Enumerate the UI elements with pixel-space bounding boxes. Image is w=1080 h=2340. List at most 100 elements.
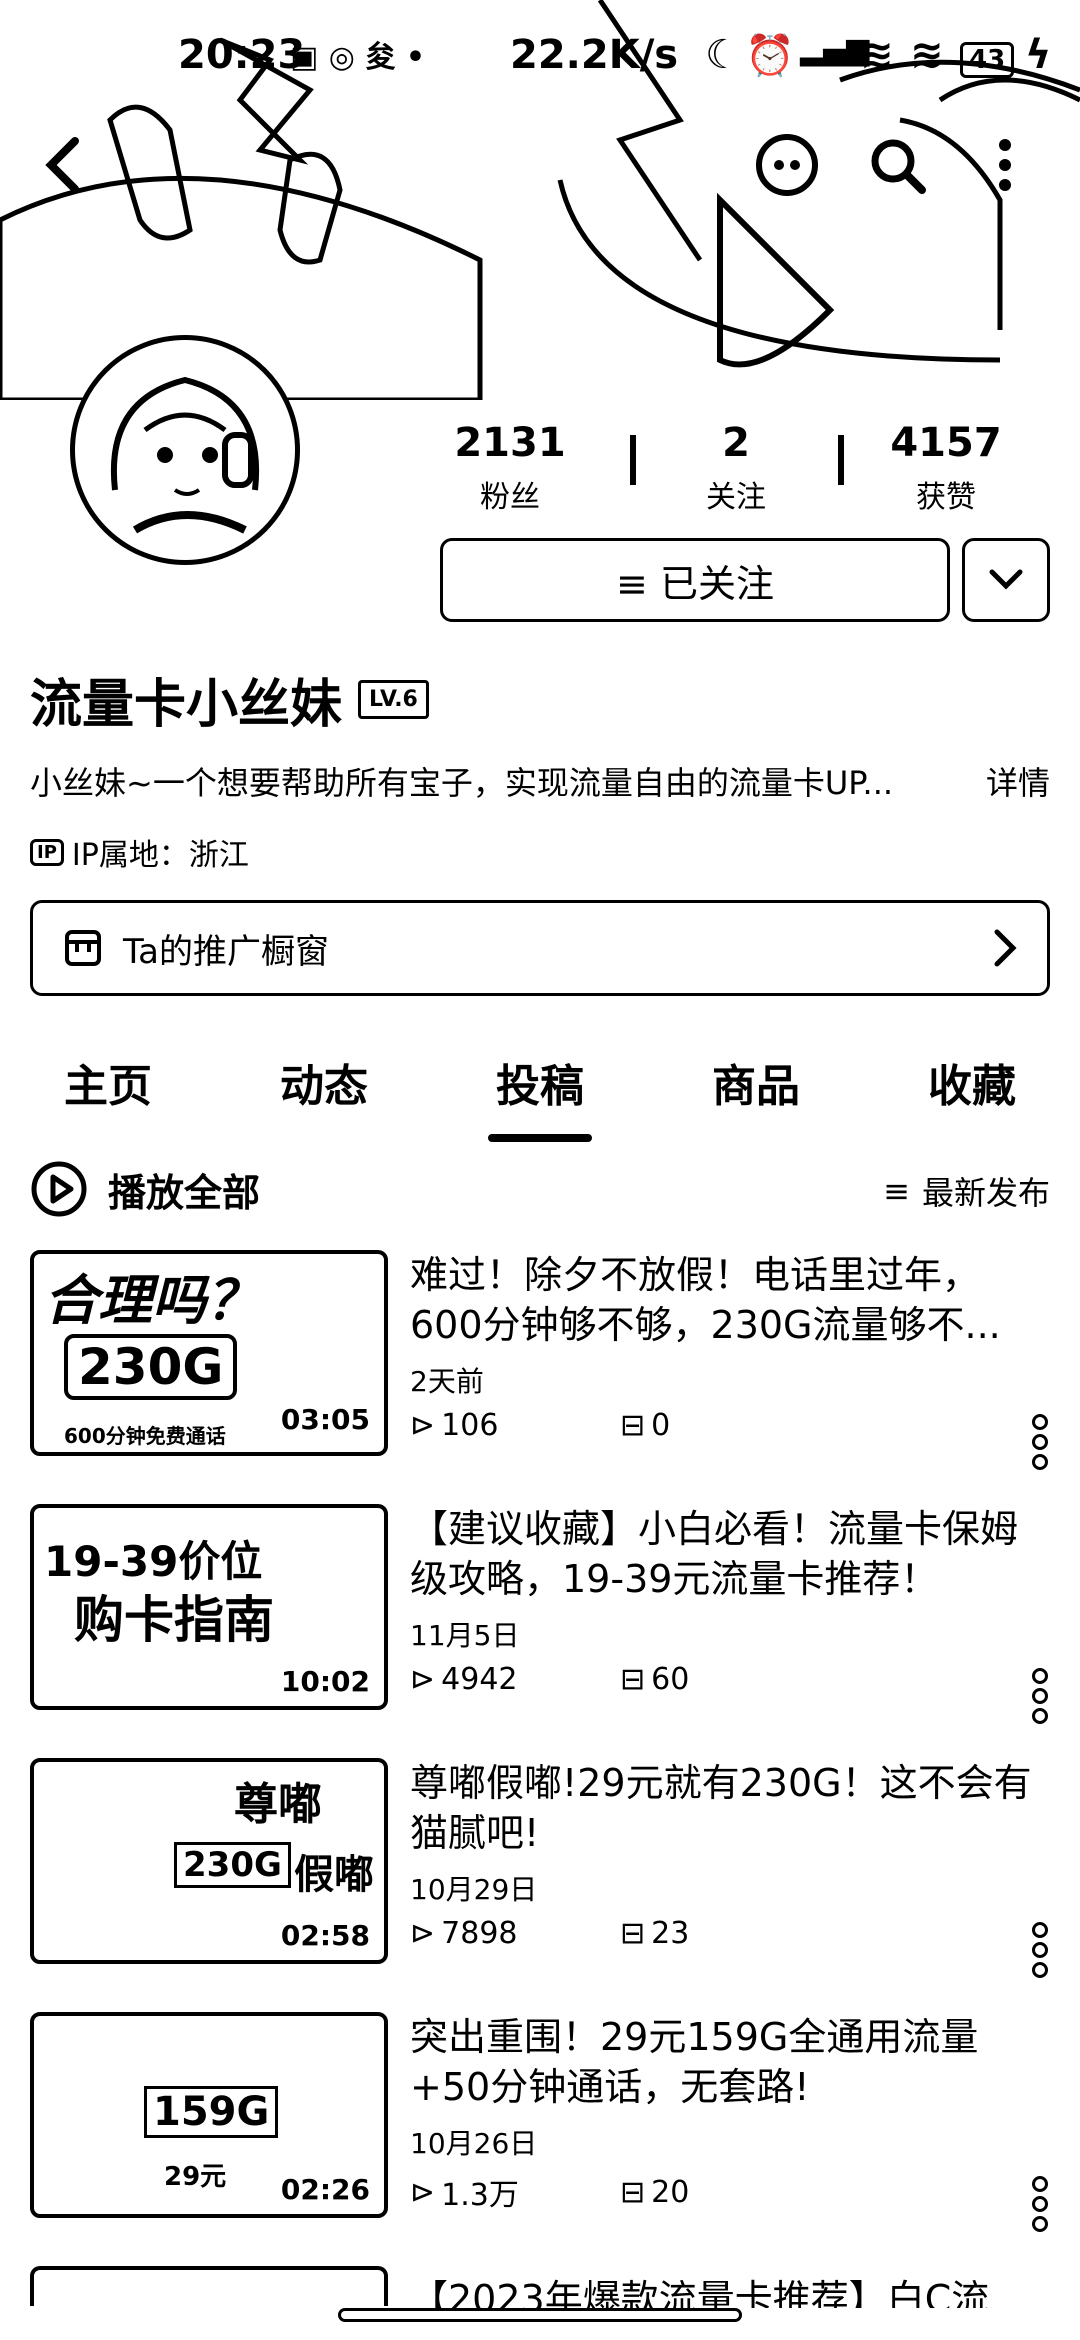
avatar[interactable] (70, 335, 300, 565)
tab-uploads[interactable]: 投稿 (460, 1050, 620, 1114)
network-speed: 22.2K/s (510, 32, 679, 78)
video-more-button[interactable] (1030, 1664, 1050, 1728)
ip-location: IP IP属地：浙江 (30, 830, 249, 874)
play-circle-icon (31, 1161, 87, 1217)
view-count: 4942 (441, 1662, 518, 1697)
avatar-image (110, 376, 260, 534)
thumb-text: 29元 (164, 2162, 227, 2192)
sort-label: 最新发布 (921, 1174, 1050, 1212)
view-count: 7898 (441, 1916, 518, 1951)
level-badge: LV.6 (358, 680, 429, 719)
home-indicator[interactable] (338, 2308, 742, 2322)
video-item[interactable]: 合理吗？ 230G 600分钟免费通话 03:05 难过！除夕不放假！电话里过年… (30, 1250, 1050, 1470)
comment-icon: ⊟ (620, 1916, 646, 1951)
video-more-button[interactable] (1030, 1410, 1050, 1474)
play-count-icon: ⊳ (410, 1662, 436, 1697)
tab-products[interactable]: 商品 (676, 1050, 836, 1114)
followers-stat[interactable]: 2131 粉丝 (430, 420, 590, 516)
following-count: 2 (722, 420, 750, 466)
play-all-button[interactable]: 播放全部 (30, 1160, 260, 1218)
video-stats: ⊳ 106 ⊟ 0 (410, 1408, 830, 1443)
notification-icons: ▣ ◎ 夋 • (290, 40, 426, 75)
tab-dynamics[interactable]: 动态 (244, 1050, 404, 1114)
shop-icon (65, 930, 101, 966)
video-title-partial: 【2023年爆款流量卡推荐】白C流 (410, 2277, 990, 2308)
likes-count: 4157 (890, 420, 1002, 466)
signal-icon: ▂▄▆ (800, 32, 870, 67)
comment-count: 60 (651, 1662, 690, 1697)
ip-icon: IP (30, 838, 64, 866)
comment-count: 0 (651, 1408, 671, 1443)
status-bar: 20:23 ▣ ◎ 夋 • 22.2K/s ☾ ⏰ ▂▄▆ ≋ ≋ 43 ϟ (0, 32, 1080, 92)
likes-label: 获赞 (916, 480, 976, 515)
profile-name: 流量卡小丝妹 (30, 675, 343, 735)
hotspot-icon: ≋ (910, 32, 944, 78)
comment-icon: ⊟ (620, 2174, 646, 2210)
video-item[interactable]: 159G 29元 02:26 突出重围！29元159G全通用流量+50分钟通话，… (30, 2012, 1050, 2232)
video-thumbnail-partial (30, 2266, 388, 2306)
active-tab-indicator (488, 1134, 592, 1142)
video-thumbnail: 合理吗？ 230G 600分钟免费通话 03:05 (30, 1250, 388, 1456)
video-date: 10月29日 (410, 1873, 538, 1906)
video-title: 难过！除夕不放假！电话里过年，600分钟够不够，230G流量够不... (410, 1253, 1001, 1347)
play-count-icon: ⊳ (410, 1408, 436, 1443)
moon-icon: ☾ (705, 32, 741, 78)
back-arrow-icon (45, 137, 79, 193)
view-count: 1.3万 (441, 2178, 519, 2213)
ip-location-text: IP属地：浙江 (71, 838, 249, 873)
charging-icon: ϟ (1025, 32, 1052, 78)
bio-row: 小丝妹~一个想要帮助所有宝子，实现流量自由的流量卡UP... 详情 (30, 758, 1050, 804)
video-title: 【建议收藏】小白必看！流量卡保姆级攻略，19-39元流量卡推荐！ (410, 1507, 1019, 1601)
video-more-button[interactable] (1030, 1918, 1050, 1982)
robot-icon (756, 134, 818, 196)
video-duration: 10:02 (276, 1665, 374, 1698)
thumb-text: 假嘟 (294, 1852, 374, 1898)
wifi-icon: ≋ (860, 32, 894, 78)
followers-label: 粉丝 (480, 480, 540, 515)
video-title: 突出重围！29元159G全通用流量+50分钟通话，无套路! (410, 2015, 979, 2109)
promo-showcase-label: Ta的推广橱窗 (123, 931, 329, 972)
promo-showcase-entry[interactable]: Ta的推广橱窗 (30, 900, 1050, 996)
tab-favorites[interactable]: 收藏 (892, 1050, 1052, 1114)
followers-count: 2131 (454, 420, 566, 466)
stat-divider (838, 435, 844, 485)
chevron-down-icon (989, 569, 1023, 590)
video-thumbnail: 159G 29元 02:26 (30, 2012, 388, 2218)
more-options-button[interactable] (980, 130, 1030, 200)
back-button[interactable] (28, 130, 98, 200)
video-item[interactable]: 尊嘟 230G 假嘟 02:58 尊嘟假嘟!29元就有230G！这不会有猫腻吧!… (30, 1758, 1050, 1978)
followed-button[interactable]: ≡ 已关注 (440, 538, 950, 622)
alarm-icon: ⏰ (745, 33, 795, 79)
video-stats: ⊳ 4942 ⊟ 60 (410, 1662, 830, 1697)
video-date: 2天前 (410, 1365, 484, 1398)
search-icon (871, 139, 926, 194)
thumb-text: 159G (144, 2086, 279, 2138)
profile-tabs: 主页 动态 投稿 商品 收藏 (0, 1050, 1080, 1130)
expand-recommend-button[interactable] (962, 538, 1050, 622)
bot-button[interactable] (752, 130, 822, 200)
following-stat[interactable]: 2 关注 (656, 420, 816, 516)
thumb-text: 尊嘟 (234, 1779, 322, 1830)
thumb-text: 230G (174, 1842, 291, 1888)
play-count-icon: ⊳ (410, 1916, 436, 1951)
search-button[interactable] (862, 130, 932, 200)
comment-count: 20 (651, 2174, 690, 2210)
sort-button[interactable]: ≡ 最新发布 (883, 1168, 1050, 1214)
video-thumbnail: 尊嘟 230G 假嘟 02:58 (30, 1758, 388, 1964)
thumb-text: 购卡指南 (74, 1591, 274, 1649)
video-duration: 03:05 (276, 1403, 374, 1436)
following-label: 关注 (706, 480, 766, 515)
video-date: 10月26日 (410, 2127, 538, 2160)
bio-details-link[interactable]: 详情 (986, 758, 1050, 804)
thumb-text: 600分钟免费通话 (64, 1424, 226, 1448)
comment-count: 23 (651, 1916, 690, 1951)
battery-indicator: 43 (960, 42, 1015, 78)
likes-stat[interactable]: 4157 获赞 (866, 420, 1026, 516)
video-thumbnail: 19-39价位 购卡指南 10:02 (30, 1504, 388, 1710)
profile-name-row: 流量卡小丝妹 LV.6 (30, 662, 429, 737)
tab-home[interactable]: 主页 (28, 1050, 188, 1114)
video-more-button[interactable] (1030, 2172, 1050, 2236)
video-stats: ⊳ 7898 ⊟ 23 (410, 1916, 830, 1951)
video-item[interactable]: 19-39价位 购卡指南 10:02 【建议收藏】小白必看！流量卡保姆级攻略，1… (30, 1504, 1050, 1724)
video-duration: 02:26 (276, 2173, 374, 2206)
